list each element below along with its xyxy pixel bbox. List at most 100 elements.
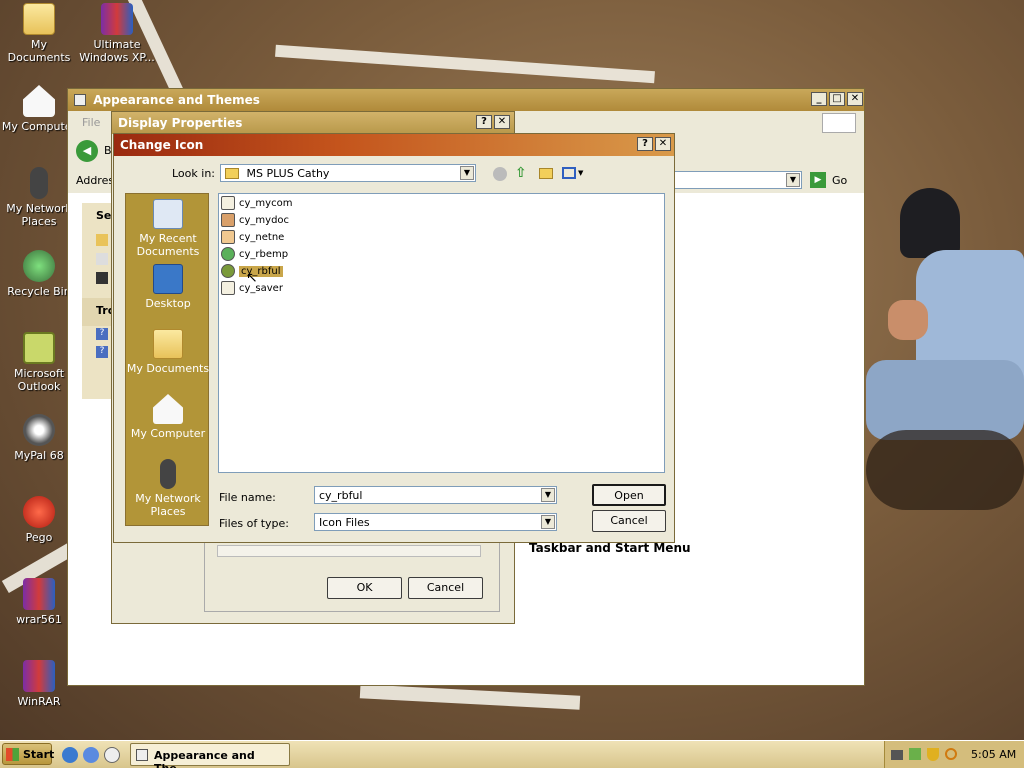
place-my-network-places[interactable]: My Network Places xyxy=(126,459,210,518)
control-panel-icon xyxy=(74,94,86,106)
help-button[interactable]: ? xyxy=(637,137,653,151)
change-icon-title: Change Icon xyxy=(120,138,204,152)
change-icon-dialog: Change Icon ? ✕ Look in: MS PLUS Cathy ▼… xyxy=(113,133,675,543)
ie-icon[interactable] xyxy=(62,747,78,763)
up-folder-icon[interactable]: ⇧ xyxy=(515,165,527,181)
control-panel-icon xyxy=(136,749,148,761)
file-item[interactable]: cy_netne xyxy=(221,230,284,246)
ok-button[interactable]: OK xyxy=(327,577,402,599)
file-name-input[interactable]: cy_rbful ▼ xyxy=(314,486,557,504)
recycle-full-icon xyxy=(221,264,235,278)
side-icon xyxy=(96,253,108,265)
look-in-label: Look in: xyxy=(172,167,215,180)
back-icon[interactable] xyxy=(493,167,507,181)
desktop-icon xyxy=(153,264,183,294)
recycle-bin-icon xyxy=(23,250,55,282)
go-label[interactable]: Go xyxy=(832,174,847,187)
file-item[interactable]: cy_rbemp xyxy=(221,247,288,263)
document-icon xyxy=(221,213,235,227)
chevron-down-icon[interactable]: ▼ xyxy=(786,173,800,187)
view-menu-icon[interactable] xyxy=(562,167,576,179)
appearance-titlebar: Appearance and Themes _ □ ✕ xyxy=(68,89,864,111)
mouse-cursor-icon: ↖ xyxy=(246,270,258,286)
cancel-button[interactable]: Cancel xyxy=(408,577,483,599)
system-tray: 5:05 AM xyxy=(884,741,1024,768)
screensaver-icon xyxy=(221,281,235,295)
taskbar-start-menu-link[interactable]: Taskbar and Start Menu xyxy=(529,541,691,555)
folder-documents-icon xyxy=(23,3,55,35)
chevron-down-icon[interactable]: ▼ xyxy=(578,169,583,177)
desktop-icon-my-documents[interactable]: My Documents xyxy=(0,3,78,64)
start-button[interactable]: Start xyxy=(2,743,55,765)
place-my-computer[interactable]: My Computer xyxy=(126,394,210,440)
appearance-title: Appearance and Themes xyxy=(93,93,260,107)
display-titlebar: Display Properties ? ✕ xyxy=(112,112,514,134)
pego-icon xyxy=(23,496,55,528)
display-inner-panel xyxy=(204,536,500,612)
clock: 5:05 AM xyxy=(971,748,1017,761)
change-icon-titlebar: Change Icon ? ✕ xyxy=(114,134,674,156)
place-desktop[interactable]: Desktop xyxy=(126,264,210,310)
shield-icon[interactable] xyxy=(927,748,939,761)
chalk-line xyxy=(359,684,581,710)
address-field[interactable]: ▼ xyxy=(668,171,802,189)
chevron-down-icon[interactable]: ▼ xyxy=(460,166,474,180)
keyboard-icon[interactable] xyxy=(891,750,903,760)
help-icon: ? xyxy=(96,346,108,358)
close-button[interactable]: ✕ xyxy=(494,115,510,129)
close-button[interactable]: ✕ xyxy=(655,137,671,151)
folder-icon xyxy=(225,168,239,179)
taskbar-task-appearance[interactable]: Appearance and The... xyxy=(130,743,290,768)
address-label: Addres xyxy=(76,174,115,187)
back-icon[interactable]: ◀ xyxy=(76,140,98,162)
display-title: Display Properties xyxy=(118,116,243,130)
start-label: Start xyxy=(23,748,55,761)
task-label: Appearance and The... xyxy=(154,749,255,768)
media-icon[interactable] xyxy=(83,747,99,763)
folder-documents-icon xyxy=(153,329,183,359)
look-in-select[interactable]: MS PLUS Cathy ▼ xyxy=(220,164,476,182)
chevron-down-icon[interactable]: ▼ xyxy=(541,515,555,529)
winrar-icon xyxy=(23,578,55,610)
computer-icon xyxy=(23,85,55,117)
maximize-button[interactable]: □ xyxy=(829,92,845,106)
open-button[interactable]: Open xyxy=(592,484,666,506)
play-icon[interactable] xyxy=(104,747,120,763)
file-name-label: File name: xyxy=(219,491,276,504)
network-mic-icon xyxy=(160,459,176,489)
places-bar: My Recent Documents Desktop My Documents… xyxy=(125,193,209,526)
menu-file[interactable]: File xyxy=(82,116,100,129)
file-item[interactable]: cy_mycom xyxy=(221,196,292,212)
network-mic-icon xyxy=(30,167,48,199)
files-of-type-select[interactable]: Icon Files ▼ xyxy=(314,513,557,531)
search-icon[interactable] xyxy=(945,748,957,760)
cancel-button[interactable]: Cancel xyxy=(592,510,666,532)
wallpaper-umpire xyxy=(866,180,1024,510)
windows-logo-icon xyxy=(6,748,19,761)
mypal-icon xyxy=(23,414,55,446)
scrollbar[interactable] xyxy=(217,545,481,557)
place-my-recent-documents[interactable]: My Recent Documents xyxy=(126,199,210,258)
computer-icon xyxy=(221,196,235,210)
close-button[interactable]: ✕ xyxy=(847,92,863,106)
computer-icon xyxy=(153,394,183,424)
chevron-down-icon[interactable]: ▼ xyxy=(541,488,555,502)
network-tray-icon[interactable] xyxy=(909,748,921,760)
network-icon xyxy=(221,230,235,244)
desktop-icon-ultimate-windows-xp[interactable]: Ultimate Windows XP... xyxy=(78,3,156,64)
look-in-value: MS PLUS Cathy xyxy=(246,167,330,180)
help-button[interactable]: ? xyxy=(476,115,492,129)
file-item[interactable]: cy_mydoc xyxy=(221,213,289,229)
recycle-empty-icon xyxy=(221,247,235,261)
help-icon: ? xyxy=(96,328,108,340)
place-my-documents[interactable]: My Documents xyxy=(126,329,210,375)
minimize-button[interactable]: _ xyxy=(811,92,827,106)
go-icon[interactable]: ▶ xyxy=(810,172,826,188)
new-folder-icon[interactable] xyxy=(539,168,553,179)
chalk-line xyxy=(275,44,655,84)
outlook-icon xyxy=(23,332,55,364)
recent-documents-icon xyxy=(153,199,183,229)
side-icon xyxy=(96,272,108,284)
windows-logo-icon xyxy=(822,113,856,133)
file-list: cy_mycom cy_mydoc cy_netne cy_rbemp cy_r… xyxy=(218,193,665,473)
